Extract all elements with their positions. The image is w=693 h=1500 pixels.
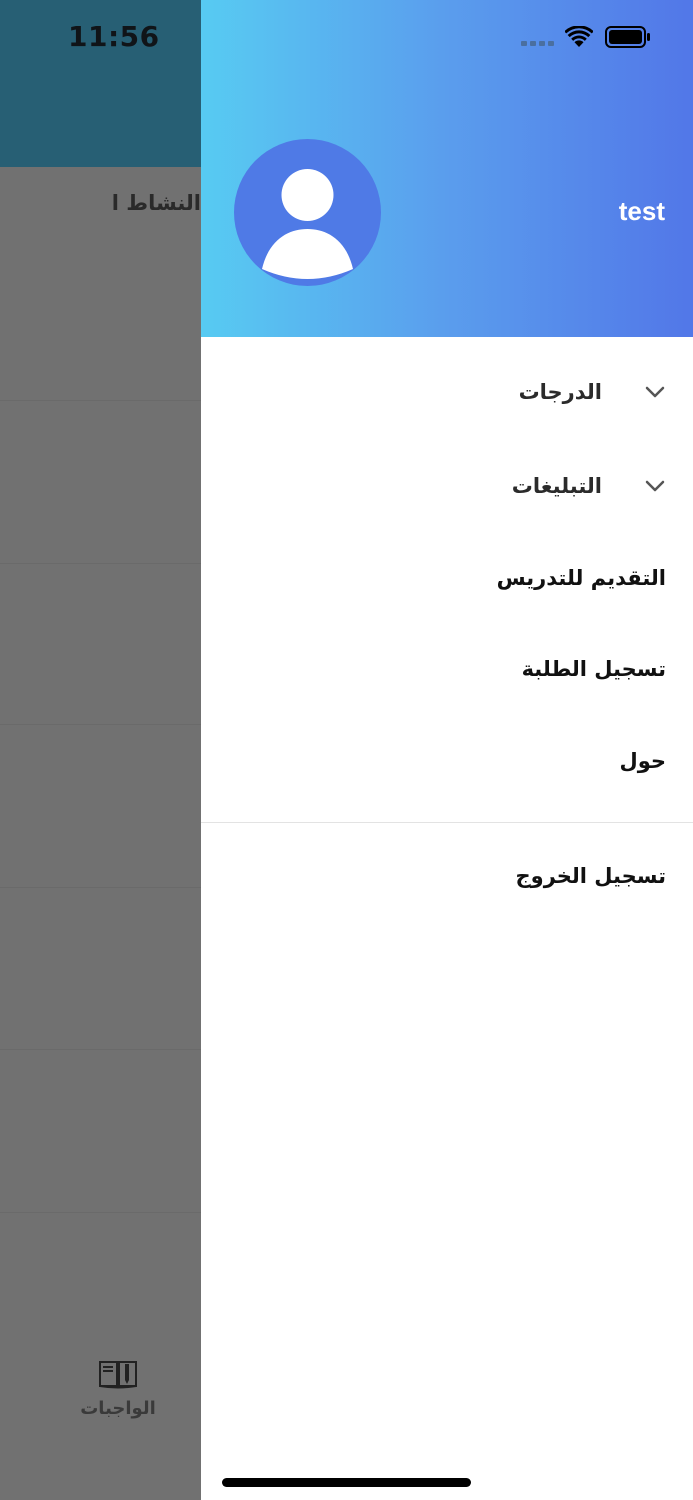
menu-item-notifications[interactable]: التبليغات <box>512 474 666 498</box>
drawer-header: test <box>201 0 693 337</box>
status-icons <box>521 26 651 48</box>
menu-item-grades[interactable]: الدرجات <box>519 380 666 404</box>
battery-icon <box>605 26 650 48</box>
menu-item-grades-label: الدرجات <box>518 380 602 404</box>
background-divider <box>0 887 201 888</box>
background-divider <box>0 1049 201 1050</box>
background-divider <box>0 724 201 725</box>
tab-homework-label: الواجبات <box>80 1398 156 1419</box>
menu-item-apply-teaching-label: التقديم للتدريس <box>496 566 666 590</box>
menu-item-notifications-label: التبليغات <box>511 474 602 498</box>
menu-item-logout[interactable]: تسجيل الخروج <box>516 864 667 888</box>
background-section-title: النشاط الاخير <box>113 191 201 215</box>
home-indicator[interactable] <box>222 1478 471 1487</box>
menu-item-student-registration[interactable]: تسجيل الطلبة <box>522 657 666 681</box>
menu-item-about[interactable]: حول <box>619 749 666 773</box>
menu-item-student-registration-label: تسجيل الطلبة <box>521 657 666 681</box>
navigation-drawer: test الدرجات التبليغات التقديم للتدريس ت… <box>201 0 693 1500</box>
book-icon <box>99 1361 137 1389</box>
avatar[interactable] <box>234 139 381 286</box>
menu-item-apply-teaching[interactable]: التقديم للتدريس <box>497 566 666 590</box>
background-divider <box>0 563 201 564</box>
cellular-signal-icon <box>521 41 554 46</box>
status-time: 11:56 <box>68 20 160 53</box>
chevron-down-icon <box>645 386 665 398</box>
background-divider <box>0 400 201 401</box>
menu-item-about-label: حول <box>619 749 666 773</box>
user-icon <box>262 169 353 279</box>
menu-item-logout-label: تسجيل الخروج <box>515 864 667 888</box>
wifi-icon <box>565 26 593 47</box>
drawer-divider <box>201 822 693 823</box>
username: test <box>618 196 665 226</box>
chevron-down-icon <box>645 480 665 492</box>
tab-homework[interactable]: الواجبات <box>78 1358 158 1419</box>
background-divider <box>0 1212 201 1213</box>
